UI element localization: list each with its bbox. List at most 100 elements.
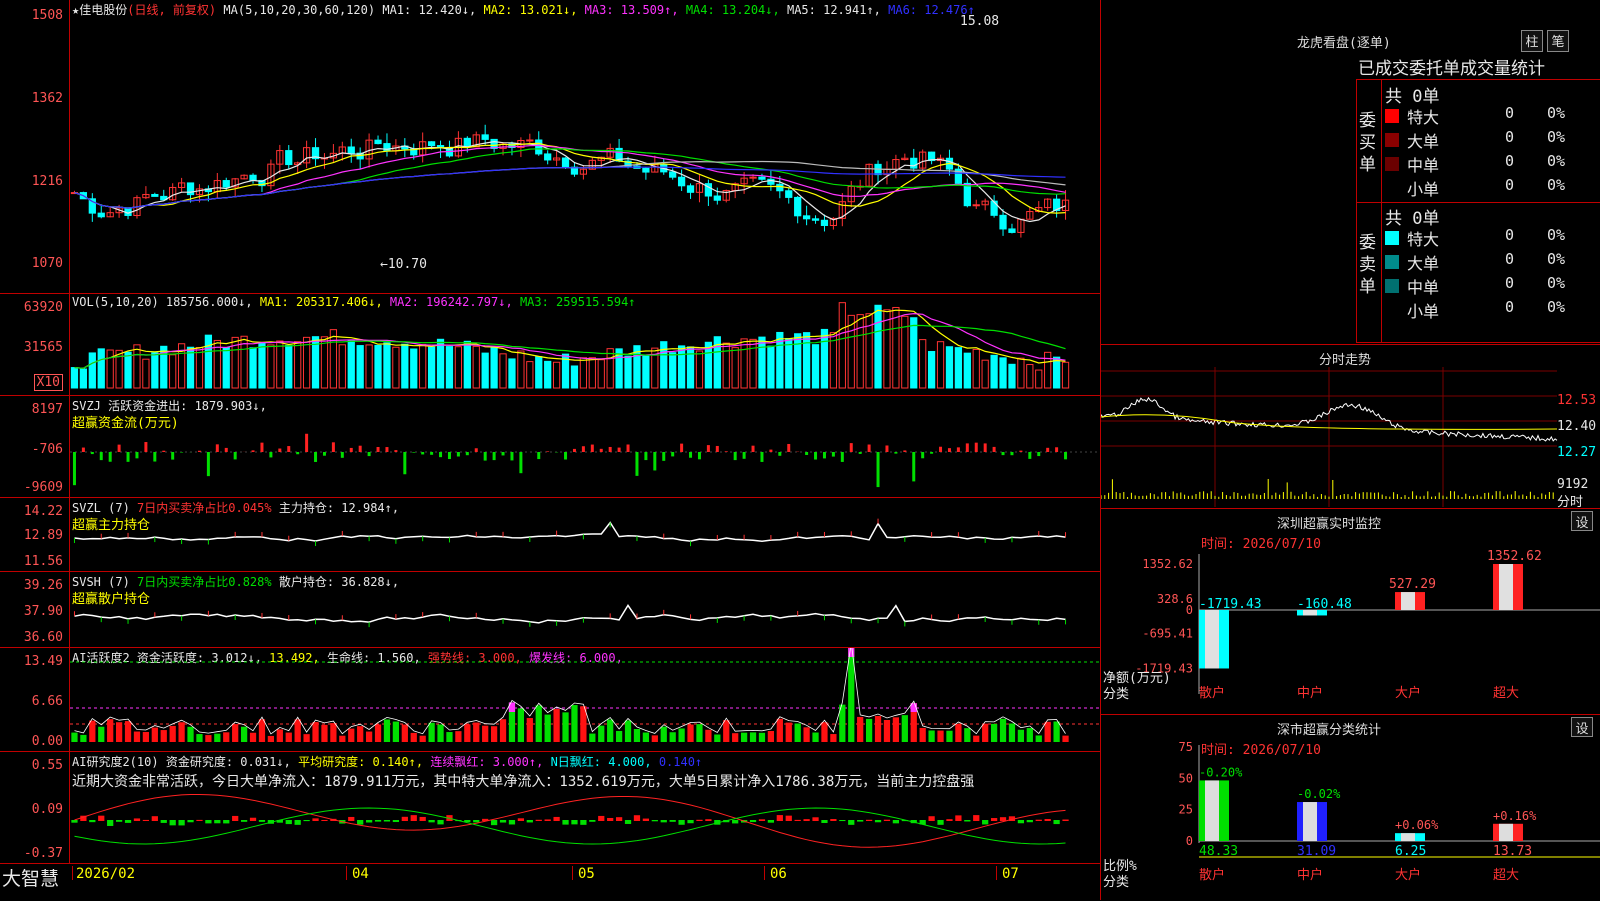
monitor-bar-chart[interactable]: 1352.62328.60-695.41-1719.43-1719.43散户-1… [1101,509,1600,715]
app-logo: 大智慧 [2,868,60,890]
activity-bar [240,726,248,742]
classify-bar-chart[interactable]: 75 50 25 0 -0.20% 48.33 散户 -0.02% 31.09 中户 +0.06% 6… [1101,715,1600,901]
svsh-pane[interactable]: 39.26 37.90 36.60 SVSH (7) 7日内买卖净占比0.828… [0,572,1100,648]
classify-value-label: 48.33 [1199,844,1238,859]
activity-bar [562,712,569,742]
volume-bar [356,345,364,389]
candle-body [686,185,695,193]
activity-bar [89,720,96,742]
activity-bar [892,717,900,742]
volume-bar [472,345,480,389]
volume-bar [526,361,534,389]
research-bar [839,820,846,822]
research-bar [169,820,176,826]
candle-body [802,215,811,220]
research-bar [535,819,542,821]
research-bar [589,820,596,822]
chart-area[interactable]: 1508 1362 1216 1070 ★佳电股份(日线, 前复权) MA(5,… [0,0,1100,900]
research-bar [312,818,319,821]
volume-bar [347,339,355,389]
volume-bar [927,351,936,389]
research-bar [1035,819,1042,821]
activity-bar [687,724,694,742]
svzj-pane[interactable]: 8197 -706 -9609 SVZJ 活跃资金进出: 1879.903↓, … [0,396,1100,498]
activity-bar [758,732,766,742]
ai-activity-pane[interactable]: 13.49 6.66 0.00 AI活跃度2 资金活跃度: 3.012↓, 13… [0,648,1100,752]
tick-view-button[interactable]: 笔 [1547,30,1569,52]
classify-value-label: 31.09 [1297,844,1336,859]
ai-research-pane[interactable]: 0.55 0.09 -0.37 AI研究度2(10) 资金研究度: 0.031↓… [0,752,1100,864]
research-bar [785,815,792,821]
volume-bar [642,354,650,389]
volume-bar [392,346,400,389]
activity-bar [901,715,908,742]
ai1-tick: 6.66 [31,694,63,709]
volume-bar [410,348,418,389]
research-bar [365,820,373,823]
volume-chart[interactable] [70,294,1100,396]
activity-bar [214,733,221,742]
classify-axis-tick: 50 [1179,771,1193,785]
activity-bar [473,722,480,742]
research-bar [294,820,301,825]
research-bar [973,815,980,821]
order-percent: 0% [1547,128,1566,146]
volume-bar [338,344,346,389]
svzl-chart[interactable] [70,498,1100,572]
volume-bar [222,347,230,389]
volume-bar [133,344,141,389]
activity-bar [749,732,757,742]
activity-bar [651,735,658,742]
volume-bar [544,360,552,389]
activity-bar [526,718,533,742]
price-tick: 1216 [31,174,63,189]
svsh-chart[interactable] [70,572,1100,648]
vol-scale: X10 [33,374,63,391]
candlestick-chart[interactable] [70,0,1100,294]
price-tick: 1070 [31,256,63,271]
research-bar [232,815,239,821]
research-bar [321,819,328,821]
research-bar [285,820,292,825]
activity-bar [642,732,650,742]
volume-bar [981,359,989,389]
monitor-value-label: -160.48 [1297,597,1352,612]
classify-bar-highlight [1499,823,1513,841]
ai-research-axis: 0.55 0.09 -0.37 [0,752,70,863]
activity-bar [553,709,560,742]
svzj-chart[interactable] [70,396,1100,498]
volume-pane[interactable]: 63920 31565 X10 VOL(5,10,20) 185756.000↓… [0,294,1100,396]
volume-bar [1035,369,1043,389]
order-type: 小单 [1407,302,1440,321]
ai-activity-chart[interactable] [70,648,1100,752]
ai-research-chart[interactable] [70,752,1100,864]
volume-bar [481,352,489,389]
column-view-button[interactable]: 柱 [1521,30,1543,52]
intraday-chart[interactable] [1101,367,1600,507]
price-pane[interactable]: 1508 1362 1216 1070 ★佳电股份(日线, 前复权) MA(5,… [0,0,1100,294]
candle-body [999,214,1007,230]
order-type: 特大 [1407,230,1440,249]
order-type: 特大 [1407,108,1440,127]
monitor-category-label: 大户 [1395,685,1421,701]
volume-bar [695,350,704,389]
activity-bar [544,714,551,742]
volume-bar [1044,351,1052,389]
activity-bar [365,731,373,742]
activity-bar [187,726,194,742]
price-axis: 1508 1362 1216 1070 [0,0,70,293]
research-bar [732,820,739,824]
ai-activity-axis: 13.49 6.66 0.00 [0,648,70,751]
volume-bar [740,338,748,389]
volume-bar [285,344,293,389]
classify-bar-highlight [1205,780,1219,841]
volume-bar [892,306,900,389]
activity-bar [124,721,132,742]
holding-line [74,521,1066,543]
date-tick: 06 [770,866,787,882]
svzl-pane[interactable]: 14.22 12.89 11.56 SVZL (7) 7日内买卖净占比0.045… [0,498,1100,572]
svsh-tick: 37.90 [23,604,63,619]
research-bar [812,817,819,821]
research-bar [508,820,516,825]
activity-bar [821,722,828,742]
